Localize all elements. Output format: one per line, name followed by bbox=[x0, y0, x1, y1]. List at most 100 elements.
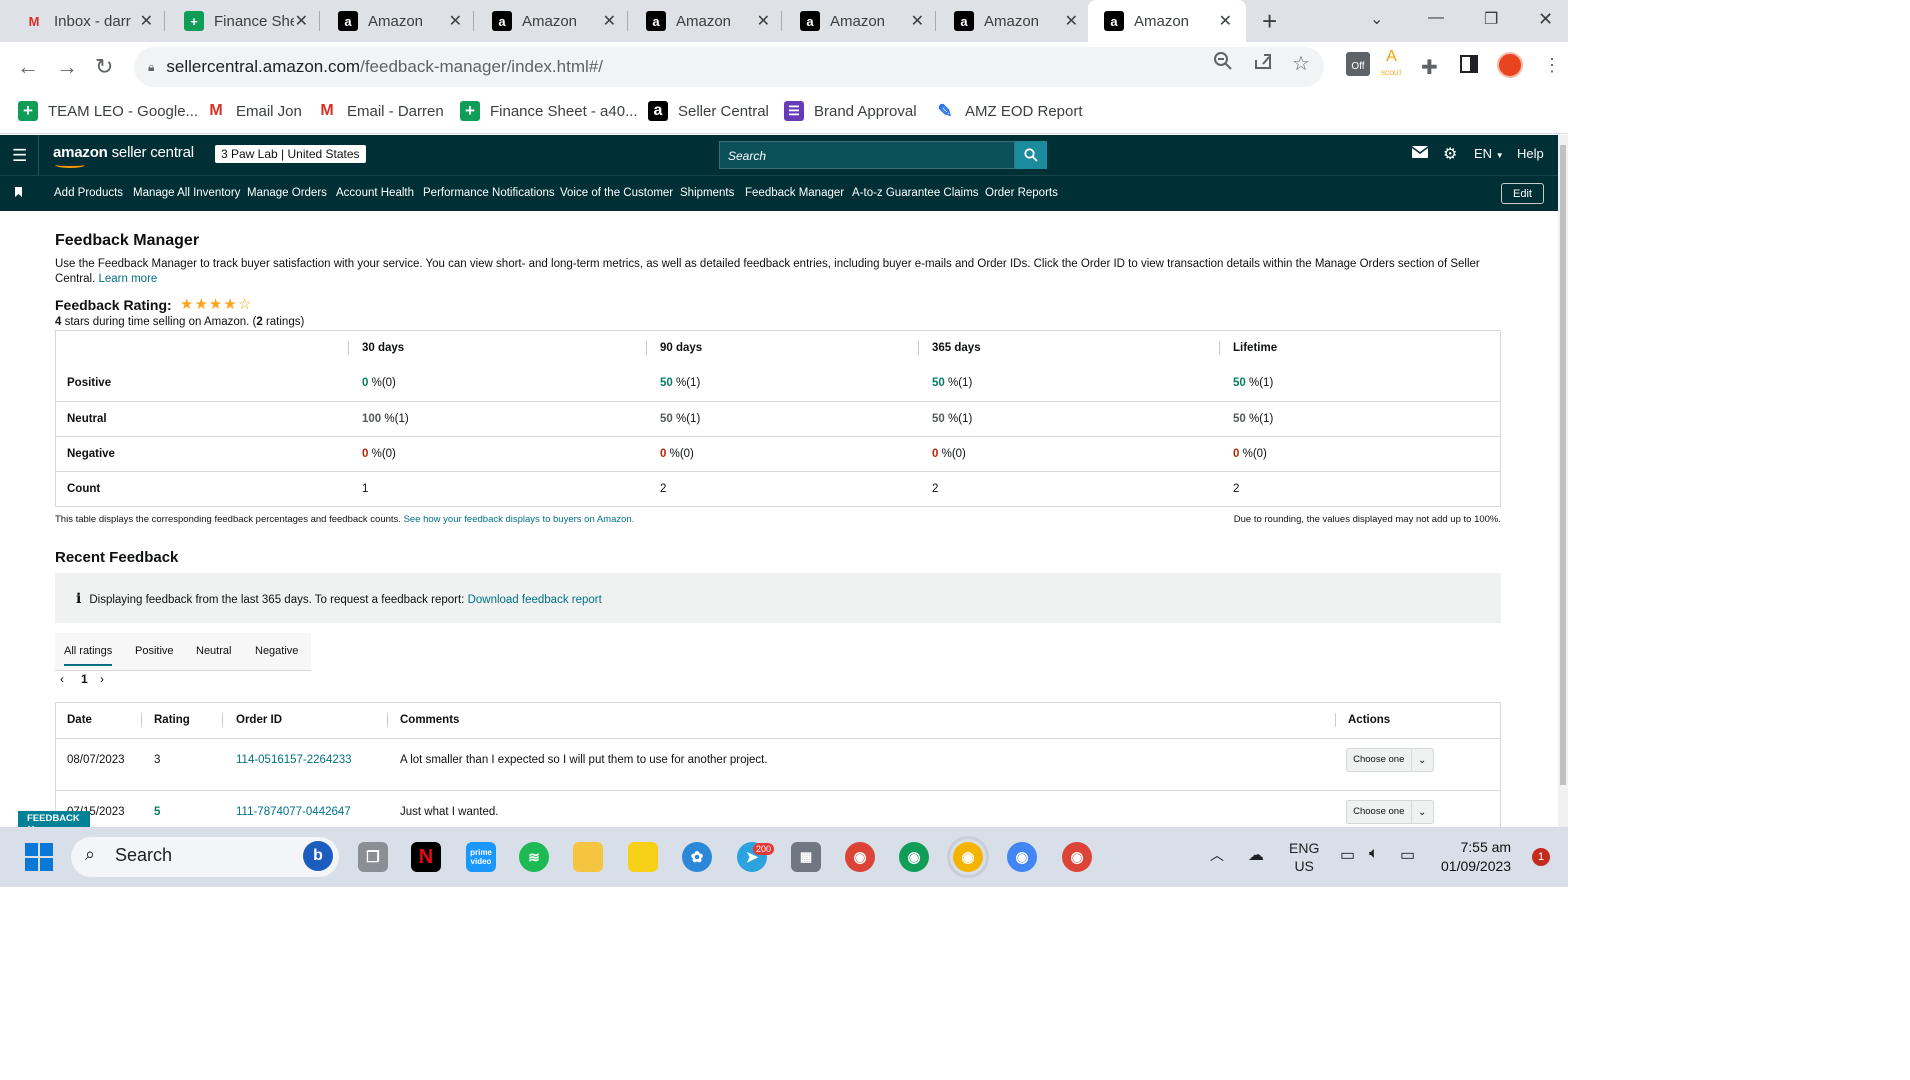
browser-tab-amazon[interactable]: a Amazon ✕ bbox=[622, 0, 782, 42]
netflix-icon[interactable]: N bbox=[411, 842, 441, 872]
close-icon[interactable]: ✕ bbox=[911, 11, 924, 31]
bookmark-email-jon[interactable]: M Email Jon bbox=[206, 101, 302, 121]
extension-off-icon[interactable]: Off bbox=[1346, 52, 1370, 76]
order-id-link[interactable]: 111-7874077-0442647 bbox=[236, 806, 351, 818]
volume-icon[interactable]: 🔈︎ bbox=[1369, 845, 1379, 863]
back-icon[interactable]: ← bbox=[17, 54, 39, 80]
paint-icon[interactable]: ✿ bbox=[682, 842, 712, 872]
task-view-icon[interactable]: ❐ bbox=[358, 842, 388, 872]
close-icon[interactable]: ✕ bbox=[1065, 11, 1078, 31]
chrome-icon[interactable]: ◉ bbox=[1062, 842, 1092, 872]
learn-more-link[interactable]: Learn more bbox=[98, 273, 157, 285]
nav-voice-of-the-customer[interactable]: Voice of the Customer bbox=[560, 187, 673, 199]
buyer-display-link[interactable]: See how your feedback displays to buyers… bbox=[404, 514, 635, 525]
scrollbar-thumb[interactable] bbox=[1560, 145, 1566, 785]
file-explorer-icon[interactable] bbox=[573, 842, 603, 872]
search-button[interactable] bbox=[1015, 141, 1047, 169]
sticky-notes-icon[interactable] bbox=[628, 842, 658, 872]
tab-all-ratings[interactable]: All ratings bbox=[64, 645, 113, 666]
browser-tab-finance[interactable]: + Finance She ✕ bbox=[160, 0, 320, 42]
chrome-icon-active[interactable]: ◉ bbox=[947, 836, 989, 878]
more-menu-icon[interactable]: ⋮ bbox=[1543, 55, 1561, 76]
tray-overflow-icon[interactable]: ︿ bbox=[1210, 845, 1224, 865]
zoom-icon[interactable] bbox=[1213, 51, 1233, 76]
hamburger-menu-icon[interactable]: ☰ bbox=[12, 146, 27, 166]
forward-icon[interactable]: → bbox=[56, 54, 78, 80]
order-id-link[interactable]: 114-0516157-2264233 bbox=[236, 754, 352, 766]
bookmark-team-leo[interactable]: + TEAM LEO - Google... bbox=[18, 101, 198, 121]
bookmark-finance-sheet[interactable]: + Finance Sheet - a40... bbox=[460, 101, 638, 121]
download-report-link[interactable]: Download feedback report bbox=[468, 594, 602, 606]
search-input[interactable]: Search bbox=[719, 141, 1015, 169]
close-icon[interactable]: ✕ bbox=[295, 11, 308, 31]
prime-video-icon[interactable]: prime video bbox=[466, 842, 496, 872]
browser-tab-amazon[interactable]: a Amazon ✕ bbox=[468, 0, 628, 42]
restore-icon[interactable]: ❐ bbox=[1484, 9, 1498, 29]
nav-performance-notifications[interactable]: Performance Notifications bbox=[423, 187, 555, 199]
language-selector[interactable]: EN ▼ bbox=[1474, 146, 1504, 161]
chrome-icon[interactable]: ◉ bbox=[845, 842, 875, 872]
mail-icon[interactable] bbox=[1411, 146, 1429, 161]
new-tab-icon[interactable]: + bbox=[1262, 6, 1277, 37]
bookmark-star-icon[interactable]: ☆ bbox=[1292, 51, 1310, 76]
tab-neutral[interactable]: Neutral bbox=[196, 645, 231, 657]
onedrive-icon[interactable]: ☁ bbox=[1248, 845, 1264, 865]
profile-avatar[interactable] bbox=[1497, 52, 1523, 78]
close-icon[interactable]: ✕ bbox=[449, 11, 462, 31]
close-window-icon[interactable]: ✕ bbox=[1538, 9, 1553, 30]
store-selector[interactable]: 3 Paw Lab | United States bbox=[215, 145, 366, 163]
notification-badge[interactable]: 1 bbox=[1532, 848, 1550, 866]
taskbar-search[interactable]: ⌕ Search b bbox=[71, 837, 339, 877]
bookmark-amz-eod[interactable]: ✎ AMZ EOD Report bbox=[935, 101, 1082, 121]
scout-extension-icon[interactable]: A SCOUT bbox=[1381, 49, 1402, 81]
reload-icon[interactable]: ↻ bbox=[95, 54, 113, 80]
minimize-icon[interactable]: — bbox=[1428, 9, 1444, 27]
extensions-puzzle-icon[interactable]: ✚ bbox=[1421, 55, 1438, 80]
bookmark-email-darren[interactable]: M Email - Darren bbox=[317, 101, 443, 121]
browser-tab-amazon-active[interactable]: a Amazon ✕ bbox=[1088, 0, 1246, 42]
browser-tab-amazon[interactable]: a Amazon ✕ bbox=[930, 0, 1090, 42]
windows-start-icon[interactable] bbox=[25, 843, 53, 871]
browser-tab-amazon[interactable]: a Amazon ✕ bbox=[776, 0, 936, 42]
url-field[interactable]: 🔒︎ sellercentral.amazon.com/feedback-man… bbox=[134, 47, 1324, 87]
tab-negative[interactable]: Negative bbox=[255, 645, 298, 657]
actions-dropdown[interactable]: Choose one ⌄ bbox=[1346, 748, 1434, 772]
bookmark-brand-approval[interactable]: ☰ Brand Approval bbox=[784, 101, 917, 121]
side-panel-icon[interactable] bbox=[1460, 55, 1478, 78]
chevron-right-icon[interactable]: › bbox=[100, 672, 104, 686]
bookmark-seller-central[interactable]: a Seller Central bbox=[648, 101, 769, 121]
system-clock[interactable]: 7:55 am 01/09/2023 bbox=[1441, 838, 1511, 876]
feedback-widget-button[interactable]: FEEDBACK ✕ bbox=[18, 811, 90, 835]
nav-feedback-manager[interactable]: Feedback Manager bbox=[745, 187, 844, 199]
tab-positive[interactable]: Positive bbox=[135, 645, 174, 657]
browser-tab-gmail[interactable]: M Inbox - darr ✕ bbox=[0, 0, 165, 42]
nav-a-to-z-claims[interactable]: A-to-z Guarantee Claims bbox=[852, 187, 979, 199]
nav-shipments[interactable]: Shipments bbox=[680, 187, 734, 199]
bing-icon[interactable]: b bbox=[303, 841, 333, 871]
nav-manage-orders[interactable]: Manage Orders bbox=[247, 187, 327, 199]
page-number[interactable]: 1 bbox=[81, 672, 88, 686]
page-scrollbar[interactable] bbox=[1558, 135, 1568, 827]
nav-account-health[interactable]: Account Health bbox=[336, 187, 414, 199]
nav-order-reports[interactable]: Order Reports bbox=[985, 187, 1058, 199]
tab-search-icon[interactable]: ⌄ bbox=[1370, 9, 1383, 29]
nav-manage-all-inventory[interactable]: Manage All Inventory bbox=[133, 187, 240, 199]
calculator-icon[interactable]: ▦ bbox=[791, 842, 821, 872]
close-icon[interactable]: ✕ bbox=[603, 11, 616, 31]
network-icon[interactable]: ▭ bbox=[1340, 845, 1355, 865]
chevron-left-icon[interactable]: ‹ bbox=[60, 672, 64, 686]
chrome-icon[interactable]: ◉ bbox=[1007, 842, 1037, 872]
edit-nav-button[interactable]: Edit bbox=[1501, 183, 1544, 204]
close-icon[interactable]: ✕ bbox=[1219, 11, 1232, 31]
share-icon[interactable] bbox=[1253, 51, 1273, 76]
nav-add-products[interactable]: Add Products bbox=[54, 187, 123, 199]
battery-icon[interactable]: ▭ bbox=[1400, 845, 1415, 865]
settings-gear-icon[interactable]: ⚙ bbox=[1443, 144, 1457, 164]
language-indicator[interactable]: ENG US bbox=[1289, 839, 1319, 875]
help-link[interactable]: Help bbox=[1517, 146, 1544, 161]
close-icon[interactable]: ✕ bbox=[140, 11, 153, 31]
seller-central-logo[interactable]: amazon seller central bbox=[53, 144, 194, 161]
spotify-icon[interactable]: ≋ bbox=[519, 842, 549, 872]
close-icon[interactable]: ✕ bbox=[757, 11, 770, 31]
bookmark-icon[interactable] bbox=[15, 187, 22, 197]
